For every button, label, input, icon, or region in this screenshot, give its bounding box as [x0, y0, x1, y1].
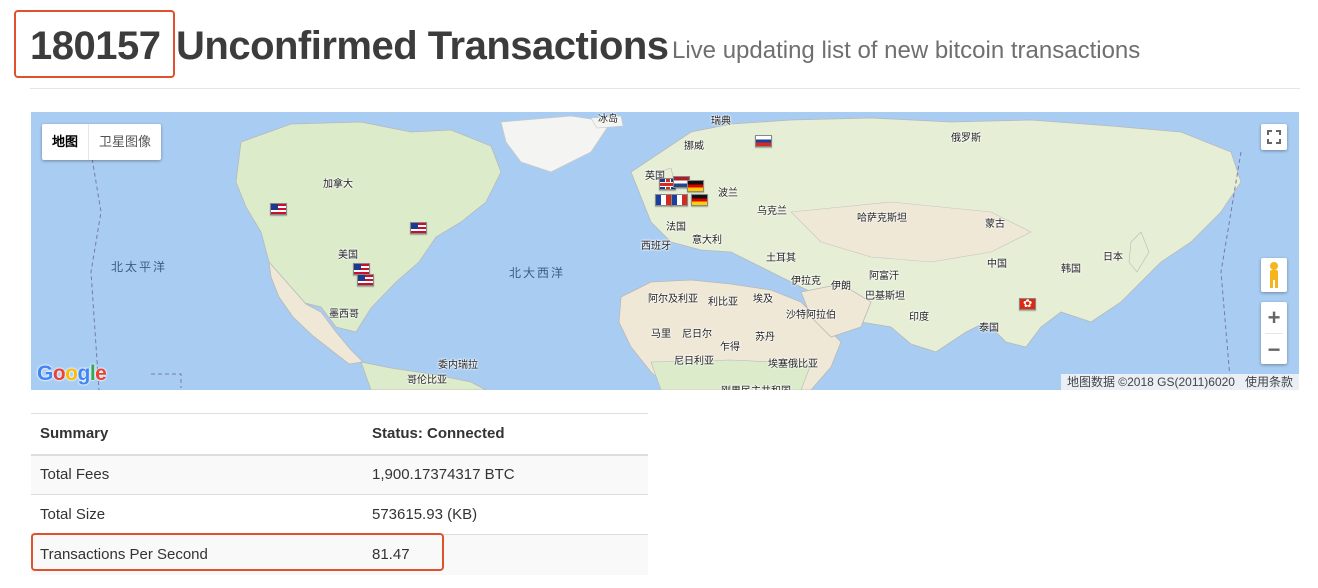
flag-marker-us[interactable] — [357, 274, 374, 286]
country-label-iraq: 伊拉克 — [791, 276, 821, 287]
zoom-control: + − — [1261, 302, 1287, 364]
country-label-usa: 美国 — [338, 250, 358, 261]
map-type-control: 地图 卫星图像 — [42, 124, 162, 160]
flag-marker-fr[interactable] — [655, 194, 672, 206]
country-label-colombia: 哥伦比亚 — [407, 375, 447, 386]
country-label-ukraine: 乌克兰 — [757, 206, 787, 217]
country-label-sudan: 苏丹 — [755, 332, 775, 343]
country-label-china: 中国 — [987, 259, 1007, 270]
flag-marker-us[interactable] — [270, 203, 287, 215]
country-label-afghanistan: 阿富汗 — [869, 271, 899, 282]
flag-marker-ru[interactable] — [755, 135, 772, 147]
country-label-russia: 俄罗斯 — [951, 133, 981, 144]
country-label-libya: 利比亚 — [708, 297, 738, 308]
country-label-nigeria: 尼日利亚 — [674, 356, 714, 367]
map-type-map-button[interactable]: 地图 — [42, 124, 90, 160]
flag-marker-de[interactable] — [687, 180, 704, 192]
page-header: 180157 Unconfirmed Transactions Live upd… — [14, 10, 1304, 90]
fullscreen-button[interactable] — [1261, 124, 1287, 150]
street-view-pegman[interactable] — [1261, 258, 1287, 292]
zoom-out-button[interactable]: − — [1261, 334, 1287, 365]
page-subtitle: Live updating list of new bitcoin transa… — [672, 37, 1141, 64]
flag-marker-fr[interactable] — [671, 194, 688, 206]
ocean-label-north-pacific: 北太平洋 — [111, 260, 168, 274]
country-label-poland: 波兰 — [718, 188, 738, 199]
ocean-label-north-atlantic: 北大西洋 — [509, 266, 566, 280]
country-label-korea: 韩国 — [1061, 264, 1081, 275]
terms-link[interactable]: 使用条款 — [1245, 375, 1293, 389]
row-label-total-fees: Total Fees — [31, 454, 363, 495]
unconfirmed-count: 180157 — [30, 24, 161, 68]
row-value-total-size: 573615.93 (KB) — [363, 494, 648, 535]
country-label-japan: 日本 — [1103, 252, 1123, 263]
flag-marker-de[interactable] — [691, 194, 708, 206]
table-row: Total Fees 1,900.17374317 BTC — [31, 454, 648, 495]
country-label-iran: 伊朗 — [831, 281, 851, 292]
country-label-venezuela: 委内瑞拉 — [438, 360, 478, 371]
country-label-kazakhstan: 哈萨克斯坦 — [857, 213, 907, 224]
country-label-turkey: 土耳其 — [766, 253, 796, 264]
country-label-spain: 西班牙 — [641, 241, 671, 252]
country-label-ethiopia: 埃塞俄比亚 — [768, 359, 818, 370]
tps-highlight-box — [31, 533, 444, 571]
country-label-mali: 马里 — [651, 329, 671, 340]
header-divider — [30, 88, 1300, 89]
world-map[interactable]: 地图 卫星图像 + − Google 地图数据 ©2018 GS(2011)60… — [31, 112, 1299, 390]
country-label-pakistan: 巴基斯坦 — [865, 291, 905, 302]
status-header: Status: Connected — [363, 413, 648, 456]
flag-marker-us[interactable] — [410, 222, 427, 234]
country-label-mongolia: 蒙古 — [985, 219, 1005, 230]
country-label-india: 印度 — [909, 312, 929, 323]
country-label-egypt: 埃及 — [753, 294, 773, 305]
summary-header: Summary — [31, 413, 363, 456]
country-label-mexico: 墨西哥 — [329, 309, 359, 320]
country-label-norway: 挪威 — [684, 141, 704, 152]
pegman-icon — [1270, 262, 1278, 288]
country-label-canada: 加拿大 — [323, 179, 353, 190]
flag-marker-hk[interactable] — [1019, 298, 1036, 310]
country-label-italy: 意大利 — [692, 235, 722, 246]
country-label-iceland: 冰岛 — [598, 114, 618, 125]
map-type-satellite-button[interactable]: 卫星图像 — [89, 124, 161, 160]
country-label-saudi: 沙特阿拉伯 — [786, 310, 836, 321]
row-value-total-fees: 1,900.17374317 BTC — [363, 454, 648, 495]
zoom-in-button[interactable]: + — [1261, 302, 1287, 333]
row-label-total-size: Total Size — [31, 494, 363, 535]
country-label-drc: 刚果民主共和国 — [721, 382, 791, 390]
map-attribution: 地图数据 ©2018 GS(2011)6020 使用条款 — [1060, 374, 1299, 390]
country-label-niger: 尼日尔 — [682, 329, 712, 340]
table-row: Total Size 573615.93 (KB) — [31, 494, 648, 535]
country-label-france: 法国 — [666, 222, 686, 233]
google-logo: Google — [37, 362, 107, 385]
country-label-algeria: 阿尔及利亚 — [648, 294, 698, 305]
country-label-thailand: 泰国 — [979, 323, 999, 334]
map-data-attribution: 地图数据 ©2018 GS(2011)6020 — [1066, 375, 1235, 389]
country-label-chad: 乍得 — [720, 342, 740, 353]
summary-header-row: Summary Status: Connected — [31, 413, 648, 456]
fullscreen-icon — [1267, 130, 1281, 144]
page-title: Unconfirmed Transactions — [176, 24, 669, 68]
country-label-sweden: 瑞典 — [711, 116, 731, 127]
